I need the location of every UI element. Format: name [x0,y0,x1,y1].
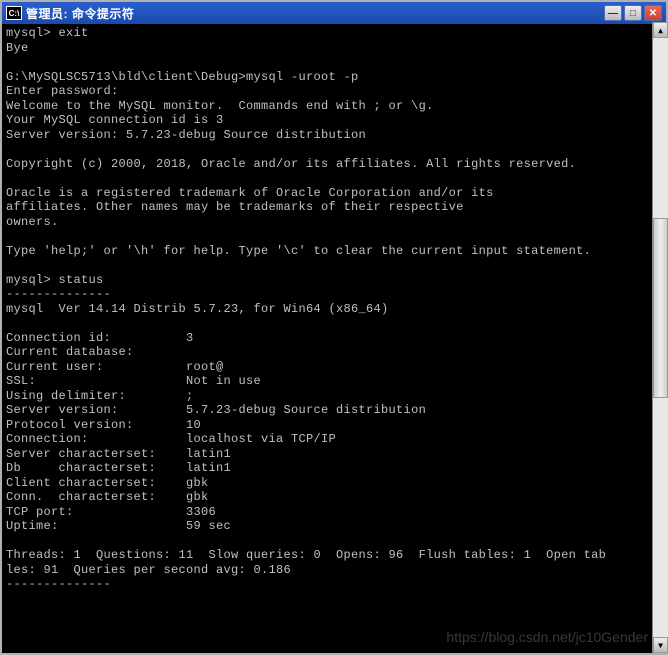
scroll-down-button[interactable]: ▼ [653,637,668,653]
scrollbar-thumb[interactable] [653,218,668,398]
titlebar[interactable]: C:\ 管理员: 命令提示符 — □ ✕ [2,2,666,24]
scrollbar-track[interactable] [653,38,668,637]
close-button[interactable]: ✕ [644,5,662,21]
vertical-scrollbar[interactable]: ▲ ▼ [652,22,668,653]
app-icon: C:\ [6,6,22,20]
scroll-up-button[interactable]: ▲ [653,22,668,38]
terminal-window: C:\ 管理员: 命令提示符 — □ ✕ mysql> exit Bye G:\… [0,0,668,655]
window-title: 管理员: 命令提示符 [26,5,604,22]
maximize-button[interactable]: □ [624,5,642,21]
minimize-button[interactable]: — [604,5,622,21]
terminal-output[interactable]: mysql> exit Bye G:\MySQLSC5713\bld\clien… [2,24,666,653]
window-controls: — □ ✕ [604,5,662,21]
